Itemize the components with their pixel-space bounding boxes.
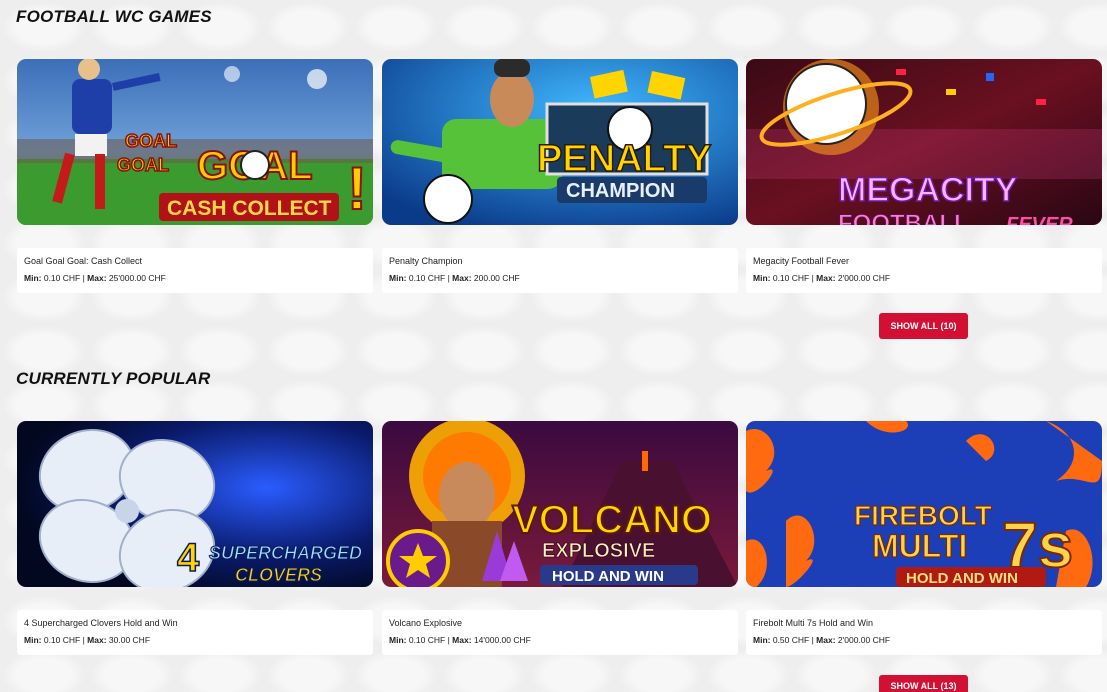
show-all-button[interactable]: SHOW ALL (13) <box>879 675 968 692</box>
game-info[interactable]: Megacity Football Fever Min: 0.10 CHF | … <box>746 248 1102 293</box>
logo-text: CASH COLLECT <box>167 197 332 220</box>
game-info[interactable]: Penalty Champion Min: 0.10 CHF | Max: 20… <box>382 248 738 293</box>
logo-text: SUPERCHARGED <box>209 543 362 563</box>
svg-text:!: ! <box>347 155 367 222</box>
game-name: 4 Supercharged Clovers Hold and Win <box>24 618 178 628</box>
game-thumbnail[interactable]: FIREBOLT MULTI 7s HOLD AND WIN <box>746 421 1102 587</box>
game-card-megacity-football-fever[interactable]: MEGACITY FOOTBALL FEVER Megacity Footbal… <box>746 59 1102 295</box>
game-card-4-supercharged-clovers[interactable]: 4 SUPERCHARGED CLOVERS 4 Supercharged Cl… <box>17 421 373 657</box>
game-limits: Min: 0.50 CHF | Max: 2'000.00 CHF <box>753 635 891 645</box>
game-limits: Min: 0.10 CHF | Max: 14'000.00 CHF <box>389 635 531 645</box>
game-limits: Min: 0.10 CHF | Max: 2'000.00 CHF <box>753 273 891 283</box>
logo-text: 4 <box>177 536 200 580</box>
game-limits: Min: 0.10 CHF | Max: 30.00 CHF <box>24 635 151 645</box>
game-limits: Min: 0.10 CHF | Max: 25'000.00 CHF <box>24 273 166 283</box>
logo-text: PENALTY <box>537 138 712 180</box>
logo-text: GOAL <box>117 155 169 175</box>
game-info[interactable]: 4 Supercharged Clovers Hold and Win Min:… <box>17 610 373 655</box>
game-info[interactable]: Firebolt Multi 7s Hold and Win Min: 0.50… <box>746 610 1102 655</box>
game-thumbnail[interactable]: MEGACITY FOOTBALL FEVER <box>746 59 1102 225</box>
show-all-button[interactable]: SHOW ALL (10) <box>879 313 968 339</box>
logo-text: HOLD AND WIN <box>906 570 1018 587</box>
game-card-penalty-champion[interactable]: PENALTY CHAMPION Penalty Champion Min: 0… <box>382 59 738 295</box>
logo-text: HOLD AND WIN <box>552 568 664 585</box>
logo-text: FIREBOLT <box>854 500 992 531</box>
logo-text: GOAL <box>125 131 177 151</box>
game-name: Megacity Football Fever <box>753 256 850 266</box>
game-name: Volcano Explosive <box>389 618 463 628</box>
logo-text: CLOVERS <box>235 565 322 585</box>
section-title-popular: CURRENTLY POPULAR <box>16 369 211 388</box>
game-name: Goal Goal Goal: Cash Collect <box>24 256 143 266</box>
logo-text: CHAMPION <box>566 180 675 202</box>
logo-text: MEGACITY <box>838 171 1018 209</box>
game-thumbnail[interactable]: GOAL GOAL GOAL ! CASH COLLECT <box>17 59 373 225</box>
game-card-firebolt-multi-7s[interactable]: FIREBOLT MULTI 7s HOLD AND WIN Firebolt … <box>746 421 1102 657</box>
game-info[interactable]: Volcano Explosive Min: 0.10 CHF | Max: 1… <box>382 610 738 655</box>
game-card-goal-goal-goal[interactable]: GOAL GOAL GOAL ! CASH COLLECT Goal Goal … <box>17 59 373 295</box>
game-name: Firebolt Multi 7s Hold and Win <box>753 618 874 628</box>
section-title-football: FOOTBALL WC GAMES <box>16 7 212 26</box>
game-limits: Min: 0.10 CHF | Max: 200.00 CHF <box>389 273 520 283</box>
logo-text: FEVER <box>1006 214 1073 225</box>
logo-text: FOOTBALL <box>838 210 969 225</box>
game-name: Penalty Champion <box>389 256 463 266</box>
game-thumbnail[interactable]: 4 SUPERCHARGED CLOVERS <box>17 421 373 587</box>
logo-text: EXPLOSIVE <box>542 540 655 562</box>
game-thumbnail[interactable]: PENALTY CHAMPION <box>382 59 738 225</box>
game-thumbnail[interactable]: VOLCANO EXPLOSIVE HOLD AND WIN <box>382 421 738 587</box>
game-info[interactable]: Goal Goal Goal: Cash Collect Min: 0.10 C… <box>17 248 373 293</box>
logo-text: MULTI <box>872 528 967 564</box>
logo-text: VOLCANO <box>512 498 712 542</box>
game-card-volcano-explosive[interactable]: VOLCANO EXPLOSIVE HOLD AND WIN Volcano E… <box>382 421 738 657</box>
